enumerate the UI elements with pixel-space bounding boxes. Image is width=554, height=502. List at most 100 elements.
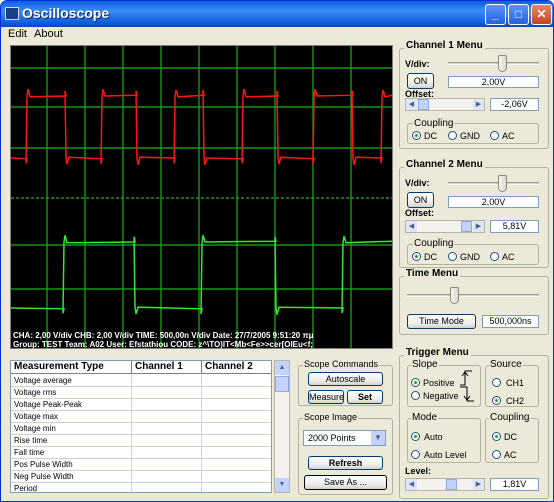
measurement-type-cell[interactable]: Voltage Peak-Peak bbox=[11, 399, 132, 411]
measure-button[interactable]: Measure bbox=[308, 390, 344, 404]
measurement-type-cell[interactable]: Voltage min bbox=[11, 423, 132, 435]
time-slider[interactable] bbox=[450, 287, 459, 304]
slope-positive-radio[interactable] bbox=[411, 378, 420, 387]
ch2-offset-label: Offset: bbox=[405, 208, 434, 218]
ch2-offset-thumb[interactable] bbox=[461, 221, 472, 232]
close-button[interactable]: ✕ bbox=[531, 4, 552, 25]
autoscale-button[interactable]: Autoscale bbox=[308, 372, 383, 386]
ch2-offset-scrollbar[interactable]: ◀ ▶ bbox=[405, 220, 485, 233]
slope-negative-radio[interactable] bbox=[411, 391, 420, 400]
measurement-type-cell[interactable]: Voltage rms bbox=[11, 387, 132, 399]
menu-about[interactable]: About bbox=[34, 27, 63, 42]
window-title: Oscilloscope bbox=[22, 5, 110, 21]
measurement-type-cell[interactable]: Rise time bbox=[11, 435, 132, 447]
source-ch1-radio[interactable] bbox=[492, 378, 501, 387]
scroll-left-icon[interactable]: ◀ bbox=[406, 479, 417, 490]
trigger-menu-title: Trigger Menu bbox=[404, 347, 471, 358]
scroll-left-icon[interactable]: ◀ bbox=[406, 99, 417, 110]
channel-2-cell[interactable] bbox=[202, 375, 271, 387]
time-mode-button[interactable]: Time Mode bbox=[407, 314, 476, 329]
chevron-down-icon[interactable]: ▼ bbox=[371, 431, 385, 445]
ch1-coupling-label: Coupling bbox=[413, 118, 455, 129]
ch1-coupling-gnd-radio[interactable] bbox=[448, 131, 457, 140]
scroll-up-icon[interactable]: ▲ bbox=[275, 361, 289, 375]
scroll-right-icon[interactable]: ▶ bbox=[473, 221, 484, 232]
channel-2-cell[interactable] bbox=[202, 411, 271, 423]
app-icon bbox=[5, 7, 19, 20]
save-as-button[interactable]: Save As ... bbox=[304, 475, 387, 490]
scroll-down-icon[interactable]: ▼ bbox=[275, 478, 289, 492]
measurement-type-cell[interactable]: Pos Pulse Width bbox=[11, 459, 132, 471]
scroll-right-icon[interactable]: ▶ bbox=[473, 479, 484, 490]
ch2-vdiv-track bbox=[448, 182, 539, 185]
channel-2-cell[interactable] bbox=[202, 387, 271, 399]
channel-1-cell[interactable] bbox=[132, 483, 202, 492]
measurement-type-cell[interactable]: Voltage average bbox=[11, 375, 132, 387]
measurement-type-cell[interactable]: Fall time bbox=[11, 447, 132, 459]
ch1-vdiv-slider[interactable] bbox=[498, 55, 507, 72]
channel-1-cell[interactable] bbox=[132, 423, 202, 435]
channel-2-cell[interactable] bbox=[202, 399, 271, 411]
scroll-left-icon[interactable]: ◀ bbox=[406, 221, 417, 232]
mode-auto-level-radio[interactable] bbox=[411, 450, 420, 459]
header-channel-2[interactable]: Channel 2 bbox=[202, 361, 271, 374]
points-select[interactable]: 2000 Points ▼ bbox=[303, 430, 386, 446]
channel-1-cell[interactable] bbox=[132, 471, 202, 483]
channel-1-cell[interactable] bbox=[132, 399, 202, 411]
source-ch2-radio[interactable] bbox=[492, 396, 501, 405]
channel-2-title: Channel 2 Menu bbox=[404, 159, 485, 170]
channel-1-cell[interactable] bbox=[132, 459, 202, 471]
channel-1-cell[interactable] bbox=[132, 387, 202, 399]
ch2-vdiv-slider[interactable] bbox=[498, 175, 507, 192]
table-scrollbar[interactable]: ▲ ▼ bbox=[274, 360, 290, 493]
channel-2-cell[interactable] bbox=[202, 459, 271, 471]
channel-1-cell[interactable] bbox=[132, 435, 202, 447]
channel-2-cell[interactable] bbox=[202, 471, 271, 483]
title-bar[interactable]: Oscilloscope _ □ ✕ bbox=[1, 1, 553, 27]
ch1-on-button[interactable]: ON bbox=[407, 73, 434, 89]
channel-1-cell[interactable] bbox=[132, 375, 202, 387]
ch1-coupling-ac-radio[interactable] bbox=[490, 131, 499, 140]
table-scroll-thumb[interactable] bbox=[275, 376, 289, 392]
maximize-button[interactable]: □ bbox=[508, 4, 529, 25]
ch1-vdiv-value: 2,00V bbox=[448, 76, 539, 88]
trigger-coupling-dc-radio[interactable] bbox=[492, 432, 501, 441]
ch1-coupling-dc-radio[interactable] bbox=[412, 131, 421, 140]
set-button[interactable]: Set bbox=[347, 390, 383, 404]
scroll-right-icon[interactable]: ▶ bbox=[473, 99, 484, 110]
measurement-type-cell[interactable]: Period bbox=[11, 483, 132, 492]
channel-1-cell[interactable] bbox=[132, 447, 202, 459]
header-channel-1[interactable]: Channel 1 bbox=[132, 361, 202, 374]
mode-auto-radio[interactable] bbox=[411, 432, 420, 441]
channel-1-cell[interactable] bbox=[132, 411, 202, 423]
header-measurement-type[interactable]: Measurement Type bbox=[11, 361, 132, 374]
trigger-coupling-ac-label: AC bbox=[504, 450, 517, 460]
channel-2-cell[interactable] bbox=[202, 483, 271, 492]
ch2-coupling-dc-radio[interactable] bbox=[412, 252, 421, 261]
scope-display: CHA: 2,00 V/div CHB: 2,00 V/div TIME: 50… bbox=[10, 45, 393, 349]
ch2-coupling-gnd-radio[interactable] bbox=[448, 252, 457, 261]
menu-edit[interactable]: Edit bbox=[8, 27, 27, 42]
time-value: 500,000ns bbox=[482, 315, 539, 328]
slope-negative-label: Negative bbox=[423, 391, 459, 401]
channel-2-cell[interactable] bbox=[202, 447, 271, 459]
ch2-on-button[interactable]: ON bbox=[407, 192, 434, 208]
measurement-type-cell[interactable]: Voltage max bbox=[11, 411, 132, 423]
measurement-table: Measurement Type Channel 1 Channel 2 Vol… bbox=[10, 360, 272, 493]
minimize-button[interactable]: _ bbox=[485, 4, 506, 25]
trigger-level-value: 1,81V bbox=[490, 478, 539, 491]
channel-2-cell[interactable] bbox=[202, 423, 271, 435]
time-menu-title: Time Menu bbox=[404, 268, 461, 279]
trigger-level-scrollbar[interactable]: ◀ ▶ bbox=[405, 478, 485, 491]
trigger-level-thumb[interactable] bbox=[446, 479, 457, 490]
ch1-coupling-ac-label: AC bbox=[502, 131, 515, 141]
ch1-offset-thumb[interactable] bbox=[418, 99, 429, 110]
trigger-coupling-ac-radio[interactable] bbox=[492, 450, 501, 459]
measurement-type-cell[interactable]: Neg Pulse Width bbox=[11, 471, 132, 483]
refresh-button[interactable]: Refresh bbox=[308, 456, 383, 470]
ch2-coupling-ac-radio[interactable] bbox=[490, 252, 499, 261]
ch1-offset-scrollbar[interactable]: ◀ ▶ bbox=[405, 98, 485, 111]
trigger-coupling-label: Coupling bbox=[489, 412, 531, 423]
channel-2-cell[interactable] bbox=[202, 435, 271, 447]
ch1-vdiv-track bbox=[448, 62, 539, 65]
